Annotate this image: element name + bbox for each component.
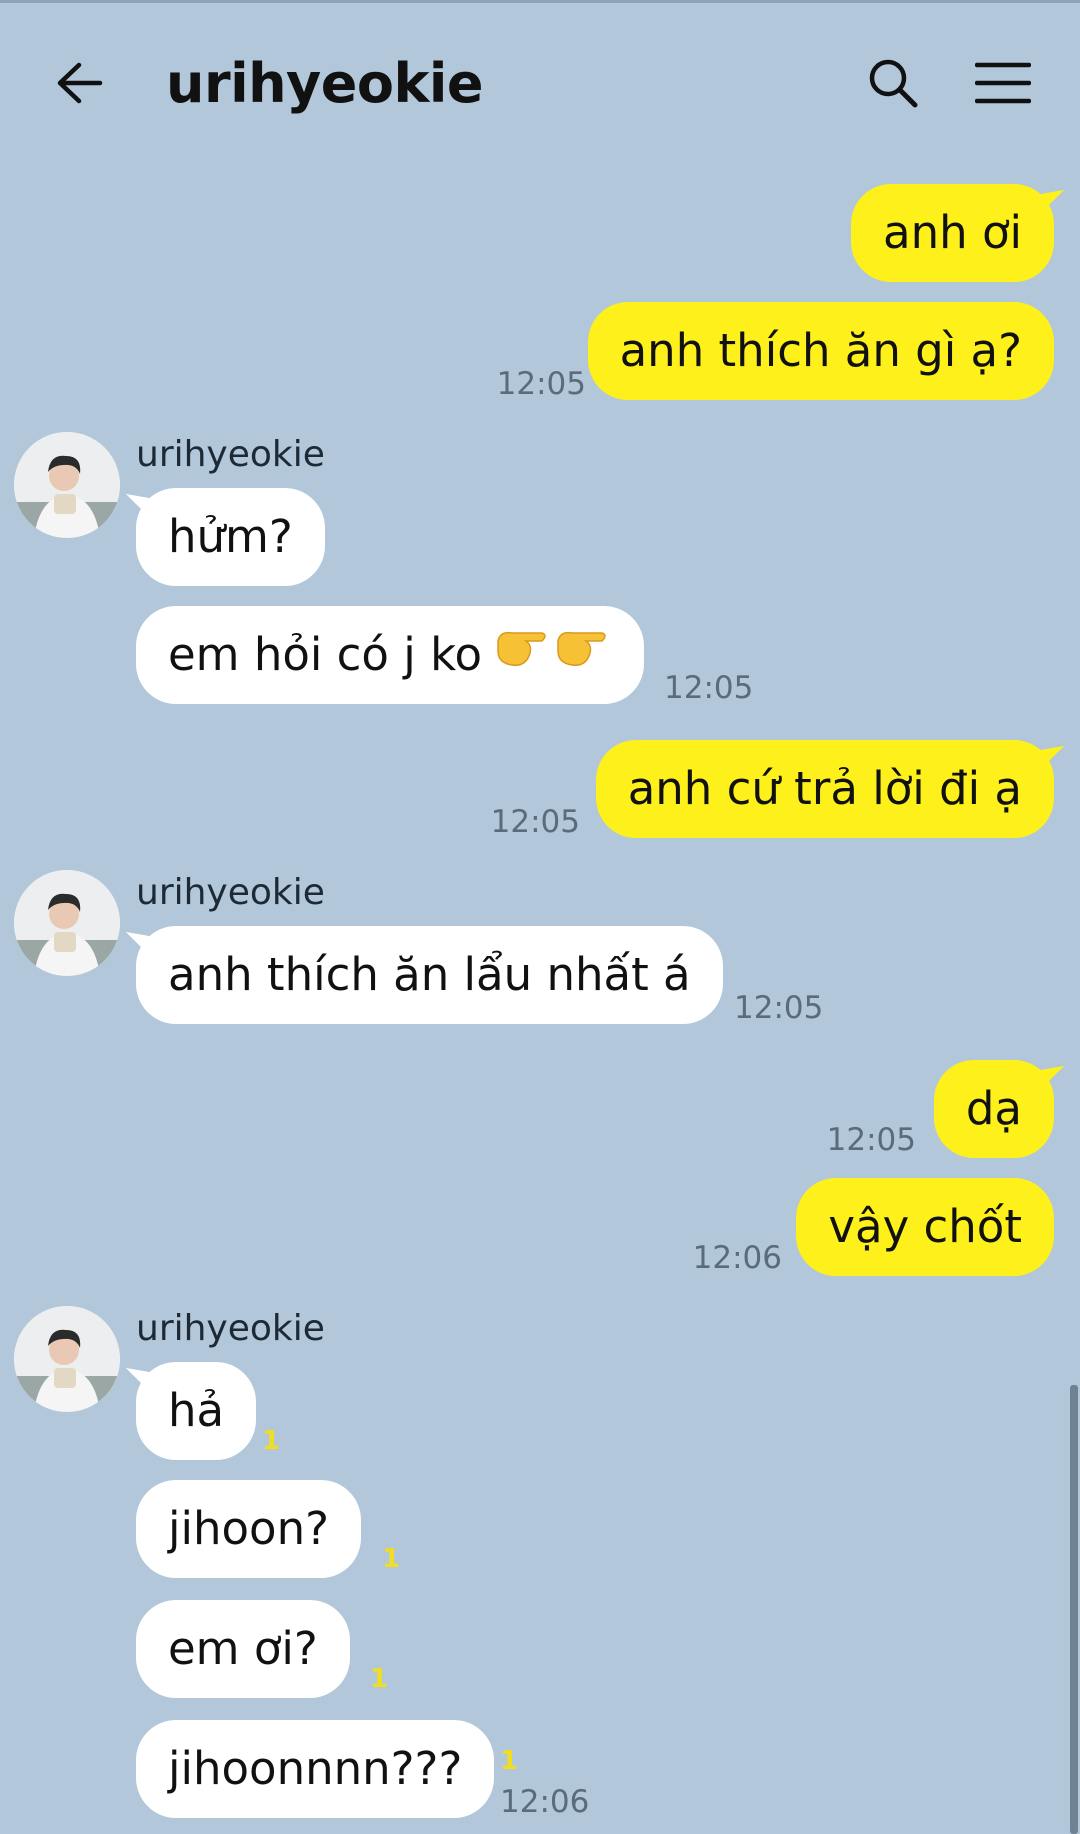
their-message-bubble[interactable]: em hỏi có j ko bbox=[136, 606, 645, 707]
pointing-hands-emoji bbox=[492, 609, 612, 707]
avatar[interactable] bbox=[14, 870, 120, 976]
chat-title: urihyeokie bbox=[166, 52, 484, 115]
arrow-left-icon bbox=[57, 62, 103, 104]
unread-count: 1 bbox=[382, 1544, 401, 1574]
avatar[interactable] bbox=[14, 432, 120, 538]
search-button[interactable] bbox=[862, 52, 924, 114]
scrollbar[interactable] bbox=[1070, 1385, 1078, 1834]
my-message-bubble[interactable]: dạ bbox=[933, 1060, 1054, 1158]
unread-count: 1 bbox=[262, 1426, 281, 1456]
message-timestamp: 12:05 bbox=[496, 366, 586, 402]
my-message-bubble[interactable]: anh ơi bbox=[851, 184, 1054, 282]
their-message-bubble[interactable]: jihoon? bbox=[136, 1480, 361, 1578]
back-button[interactable] bbox=[48, 52, 110, 114]
chat-header: urihyeokie bbox=[0, 0, 1080, 165]
message-timestamp: 12:05 bbox=[826, 1122, 916, 1158]
my-message-bubble[interactable]: anh cứ trả lời đi ạ bbox=[595, 740, 1054, 838]
their-message-bubble[interactable]: jihoonnnn??? bbox=[136, 1720, 495, 1818]
my-message-bubble[interactable]: vậy chốt bbox=[796, 1178, 1054, 1276]
message-text: em hỏi có j ko bbox=[168, 628, 483, 681]
avatar[interactable] bbox=[14, 1306, 120, 1412]
menu-button[interactable] bbox=[968, 52, 1038, 114]
sender-name: urihyeokie bbox=[136, 872, 325, 913]
their-message-bubble[interactable]: anh thích ăn lẩu nhất á bbox=[136, 926, 723, 1024]
hamburger-menu-icon bbox=[975, 62, 1031, 104]
their-message-bubble[interactable]: em ơi? bbox=[136, 1600, 350, 1698]
message-timestamp: 12:05 bbox=[490, 804, 580, 840]
search-icon bbox=[869, 59, 918, 108]
my-message-bubble[interactable]: anh thích ăn gì ạ? bbox=[587, 302, 1054, 400]
unread-count: 1 bbox=[500, 1746, 519, 1776]
message-timestamp: 12:05 bbox=[664, 670, 754, 706]
message-timestamp: 12:06 bbox=[692, 1240, 782, 1276]
sender-name: urihyeokie bbox=[136, 434, 325, 475]
profile-photo-icon bbox=[14, 432, 120, 538]
message-timestamp: 12:06 bbox=[500, 1784, 590, 1820]
profile-photo-icon bbox=[14, 1306, 120, 1412]
their-message-bubble[interactable]: hửm? bbox=[136, 488, 325, 586]
profile-photo-icon bbox=[14, 870, 120, 976]
sender-name: urihyeokie bbox=[136, 1308, 325, 1349]
message-timestamp: 12:05 bbox=[734, 990, 824, 1026]
unread-count: 1 bbox=[370, 1664, 389, 1694]
their-message-bubble[interactable]: hả bbox=[136, 1362, 257, 1460]
